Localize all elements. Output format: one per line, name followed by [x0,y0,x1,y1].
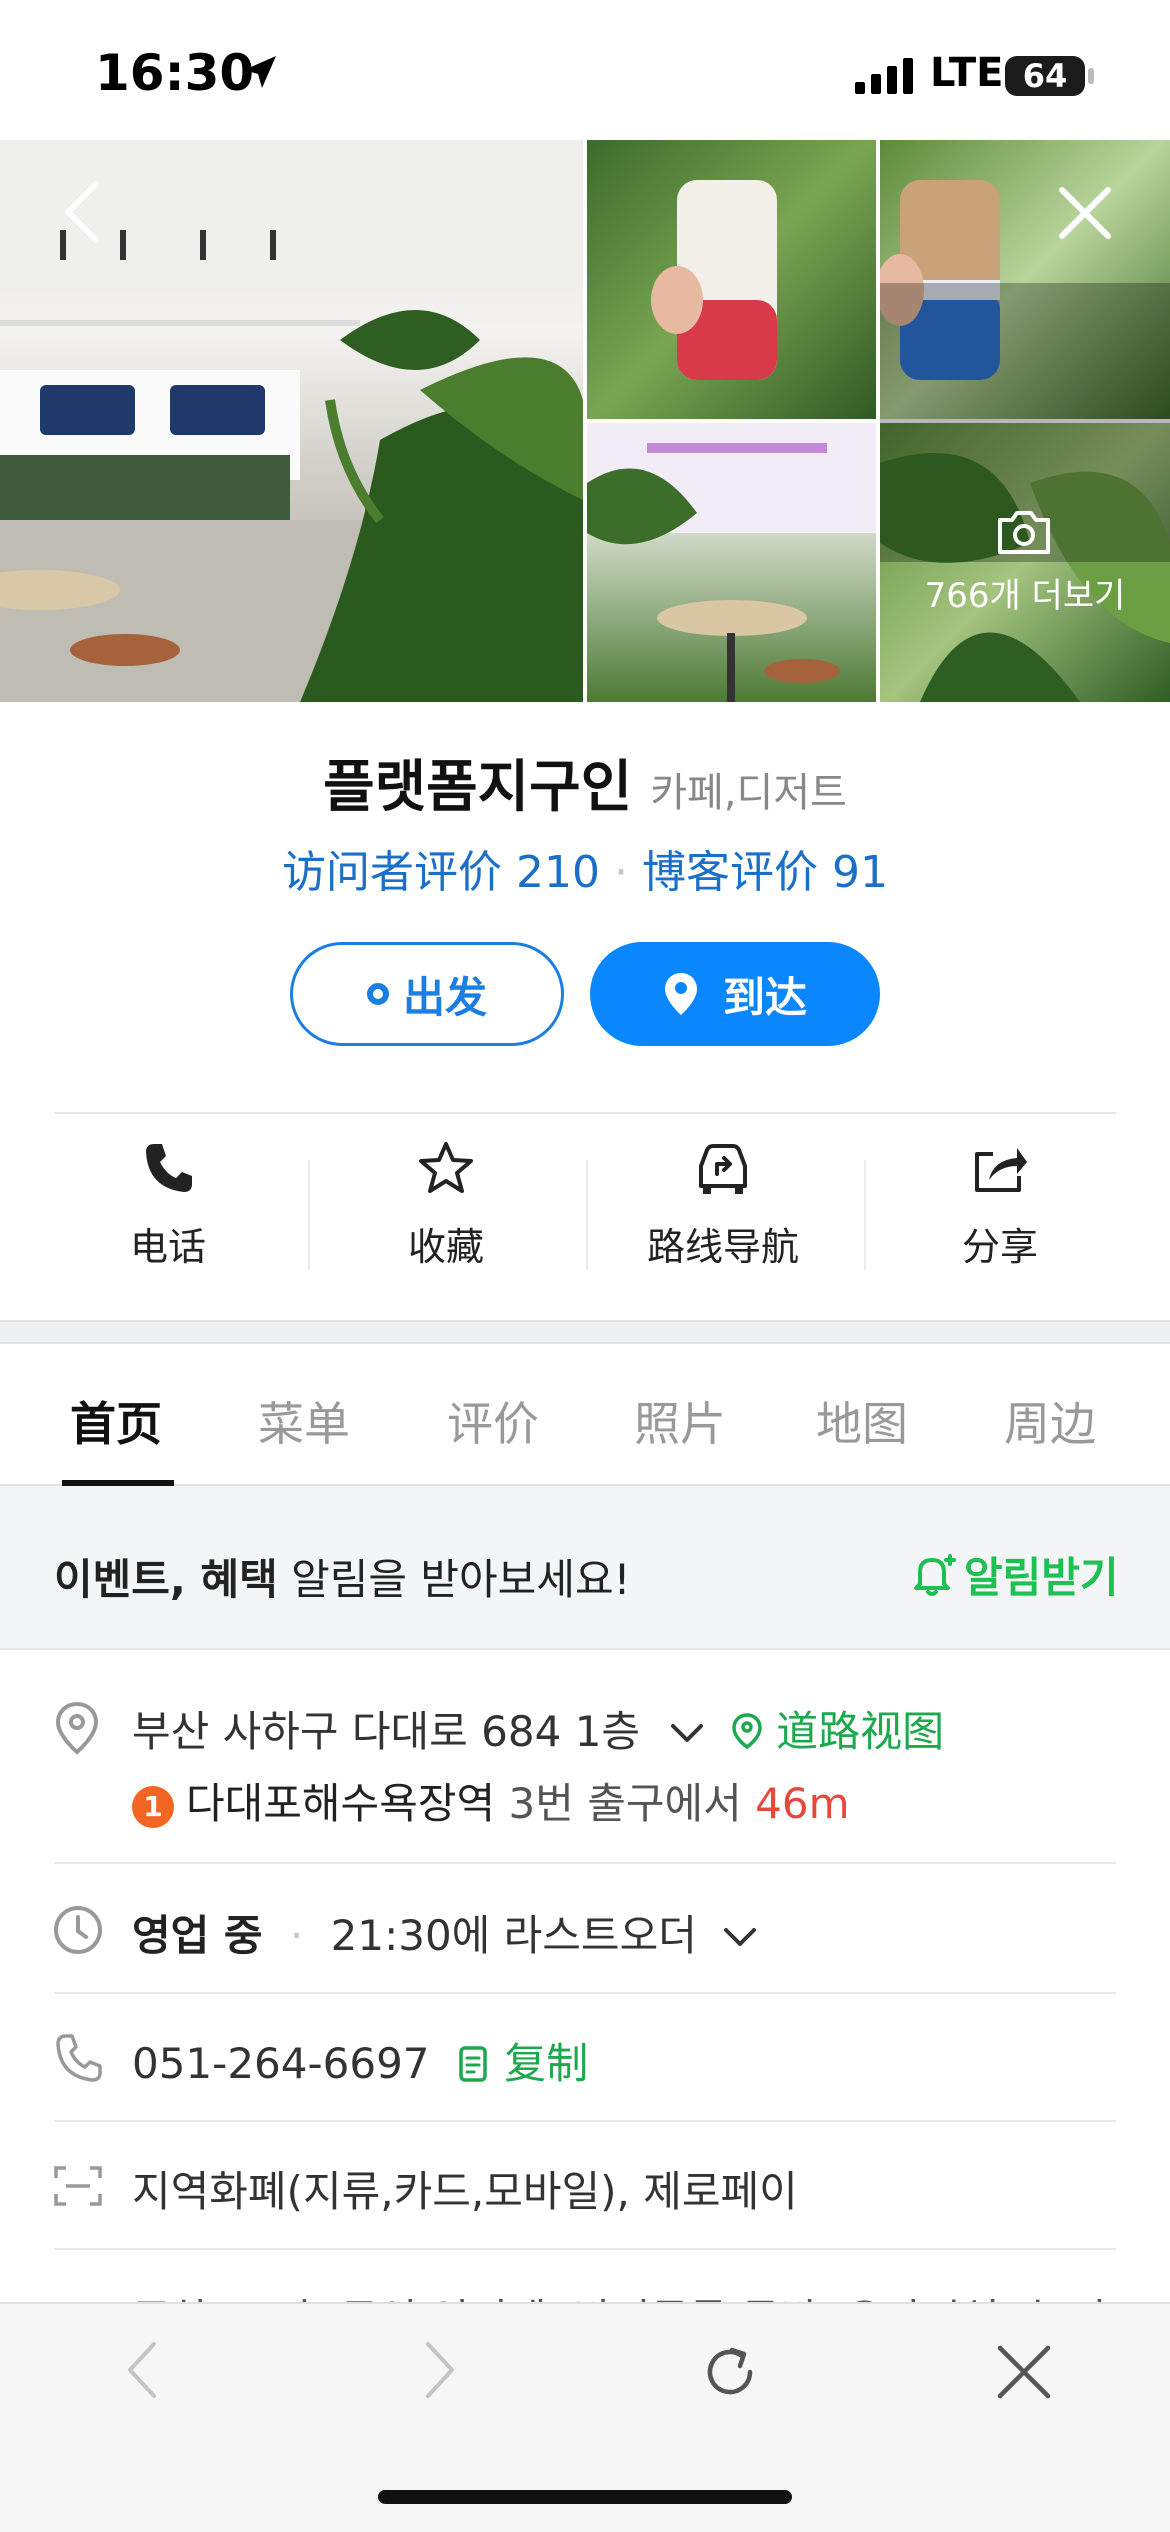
phone-outline-icon [56,2034,102,2082]
notification-text: 이벤트, 혜택 알림을 받아보세요! [54,1546,630,1607]
hours-status: 영업 중 [132,1911,263,1960]
close-tab-icon[interactable] [996,2344,1052,2400]
subway-station: 다대포해수욕장역 [186,1779,496,1828]
separator-dot: · [613,847,628,898]
origin-dot-icon [366,983,389,1005]
drink-photo [651,180,777,380]
tab-map[interactable]: 地图 [816,1388,908,1454]
payment-scan-icon [54,2166,102,2206]
chevron-down-icon[interactable] [669,1722,705,1746]
arrive-label: 到达 [722,972,807,1022]
divider [54,2120,1116,2122]
home-indicator [378,2490,792,2504]
place-title-row: 플랫폼지구인 카페,디저트 [0,742,1170,823]
visitor-reviews-link[interactable]: 访问者评价 210 [282,847,600,898]
review-counts: 访问者评价 210 · 博客评价 91 [0,836,1170,900]
hours-row[interactable]: 영업 중 · 21:30에 라스트오더 [132,1902,758,1963]
call-label: 电话 [129,1225,206,1269]
divider [54,2248,1116,2250]
interior-photo [587,423,876,702]
phone-row: 051-264-6697 复制 [132,2030,588,2091]
tab-photos[interactable]: 照片 [634,1388,726,1454]
tab-nearby[interactable]: 周边 [1004,1388,1096,1454]
battery-tip [1088,68,1094,84]
network-type: LTE [930,50,1004,96]
divider [54,1112,1116,1114]
map-pin-icon [664,973,697,1015]
clock-icon [54,1906,102,1954]
subway-line-badge: 1 [132,1785,174,1828]
bell-plus-icon [914,1553,956,1596]
divider [54,1862,1116,1864]
copy-label: 复制 [504,2039,589,2088]
quick-actions: 电话 收藏 路线导航 分享 [0,1140,1170,1300]
camera-icon [998,511,1050,554]
depart-label: 出发 [402,972,487,1022]
navigation-label: 路线导航 [646,1225,799,1269]
phone-number[interactable]: 051-264-6697 [132,2039,430,2088]
hours-detail: 21:30에 라스트오더 [330,1911,697,1960]
location-arrow-icon [244,56,276,88]
gallery-photo-drink-red[interactable] [587,140,876,419]
status-time: 16:30 [95,44,255,102]
battery-icon: 64 [1005,56,1085,96]
subway-row: 1 다대포해수욕장역 3번 출구에서 46m [132,1770,849,1831]
refresh-icon[interactable] [698,2340,762,2404]
save-label: 收藏 [407,1225,484,1269]
separator-dot: · [289,1911,304,1960]
depart-button[interactable]: 出发 [290,942,564,1046]
address-row: 부산 사하구 다대로 684 1층 道路视图 [132,1698,944,1759]
navigation-car-icon [699,1144,747,1194]
star-icon [419,1142,473,1193]
share-icon [975,1148,1027,1192]
tab-bar: 首页 菜单 评价 照片 地图 周边 [0,1344,1170,1486]
copy-icon [459,2046,487,2082]
signal-icon [855,58,913,94]
location-pin-icon [55,1701,99,1755]
phone-icon [146,1144,192,1192]
arrive-button[interactable]: 到达 [590,942,880,1046]
tab-home[interactable]: 首页 [70,1388,162,1454]
subscribe-alert-label: 알림받기 [964,1553,1119,1602]
navigation-action[interactable]: 路线导航 [583,1140,863,1271]
map-pin-outline-icon [732,1713,762,1750]
subway-distance: 46m [755,1779,850,1828]
back-arrow-icon[interactable] [122,2340,162,2400]
call-action[interactable]: 电话 [28,1140,308,1271]
forward-arrow-icon[interactable] [420,2340,460,2400]
share-action[interactable]: 分享 [860,1140,1140,1271]
notification-body-text: 알림을 받아보세요! [277,1555,631,1604]
close-icon[interactable] [1058,186,1112,240]
more-photos-label[interactable]: 766개 더보기 [880,568,1170,617]
tab-menu[interactable]: 菜单 [258,1388,350,1454]
share-label: 分享 [961,1225,1038,1269]
street-view-label: 道路视图 [776,1707,945,1756]
street-view-link[interactable]: 道路视图 [731,1707,944,1756]
notification-bold-text: 이벤트, 혜택 [54,1555,278,1604]
section-gap [0,1320,1170,1344]
back-chevron-icon[interactable] [60,180,104,244]
place-category: 카페,디저트 [650,770,847,816]
copy-button[interactable]: 复制 [457,2039,588,2088]
subscribe-alert-button[interactable]: 알림받기 [908,1544,1119,1605]
divider [54,1992,1116,1994]
blog-reviews-link[interactable]: 博客评价 91 [642,847,888,898]
save-action[interactable]: 收藏 [306,1140,586,1271]
gallery-photo-interior-plants[interactable] [587,423,876,702]
place-name: 플랫폼지구인 [323,755,633,820]
subway-exit: 3번 출구에서 [508,1779,742,1828]
address-text[interactable]: 부산 사하구 다대로 684 1층 [132,1707,640,1756]
payment-text: 지역화폐(지류,카드,모바일), 제로페이 [132,2167,798,2216]
tab-reviews[interactable]: 评价 [447,1388,539,1454]
chevron-down-icon[interactable] [722,1926,758,1950]
